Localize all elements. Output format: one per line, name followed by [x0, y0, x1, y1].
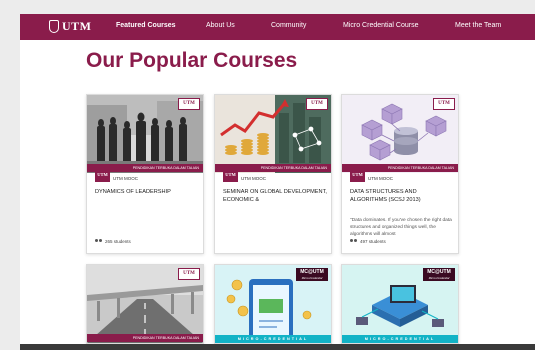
student-count-label: 497 students	[360, 239, 386, 244]
users-icon	[95, 239, 103, 244]
course-description: "Data dominates. If you've chosen the ri…	[350, 218, 452, 237]
brand-name: UTM	[62, 19, 92, 33]
micro-credential-strip: MICRO-CREDENTIAL	[342, 335, 458, 343]
student-count: 265 students	[95, 239, 131, 244]
utm-mooc-logo: UTM	[223, 167, 238, 182]
course-card-micro-credential-finance[interactable]: MC@UTM Micro-Credential MICRO-CREDENTIAL	[214, 264, 332, 344]
course-thumbnail[interactable]: UTM	[87, 265, 203, 343]
utm-logo[interactable]: UTM	[49, 19, 92, 34]
utm-mooc-logo: UTM	[95, 167, 110, 182]
users-icon	[350, 239, 358, 244]
mc-badge-subtitle: Micro-Credential	[301, 276, 323, 280]
student-count: 497 students	[350, 239, 386, 244]
course-thumbnail[interactable]: UTM	[342, 95, 458, 173]
page-title: Our Popular Courses	[86, 49, 298, 72]
course-thumbnail[interactable]: MC@UTM Micro-Credential MICRO-CREDENTIAL	[215, 265, 331, 343]
page-container: UTM Featured Courses About Us Community …	[20, 14, 535, 350]
nav-community[interactable]: Community	[271, 22, 306, 29]
course-card-seminar-global-development[interactable]: UTM PENDIDIKAN TERBUKA DALAM TALIAN UTM …	[214, 94, 332, 254]
course-card-highway[interactable]: UTM PENDIDIKAN TERBUKA DALAM TALIAN	[86, 264, 204, 344]
mc-badge-title: MC@UTM	[300, 269, 324, 275]
student-count-label: 265 students	[105, 239, 131, 244]
top-navbar: UTM Featured Courses About Us Community …	[20, 14, 535, 40]
course-provider: UTM MOOC	[368, 176, 393, 181]
course-card-micro-credential-tech[interactable]: MC@UTM Micro-Credential MICRO-CREDENTIAL	[341, 264, 459, 344]
utm-badge: UTM	[433, 98, 455, 110]
nav-about-us[interactable]: About Us	[206, 22, 235, 29]
course-ribbon: PENDIDIKAN TERBUKA DALAM TALIAN	[87, 334, 203, 342]
course-title[interactable]: SEMINAR ON GLOBAL DEVELOPMENT, ECONOMIC …	[223, 188, 327, 204]
course-provider: UTM MOOC	[113, 176, 138, 181]
nav-micro-credential-course[interactable]: Micro Credential Course	[343, 22, 418, 29]
course-card-data-structures-algorithms[interactable]: UTM PENDIDIKAN TERBUKA DALAM TALIAN UTM …	[341, 94, 459, 254]
utm-badge: UTM	[178, 268, 200, 280]
utm-mooc-logo: UTM	[350, 167, 365, 182]
nav-featured-courses[interactable]: Featured Courses	[116, 22, 176, 29]
micro-credential-strip: MICRO-CREDENTIAL	[215, 335, 331, 343]
course-thumbnail[interactable]: UTM	[87, 95, 203, 173]
utm-badge: UTM	[178, 98, 200, 110]
mc-utm-badge: MC@UTM Micro-Credential	[296, 268, 328, 281]
utm-crest-icon	[49, 20, 59, 33]
nav-meet-the-team[interactable]: Meet the Team	[455, 22, 501, 29]
course-card-dynamics-of-leadership[interactable]: UTM PENDIDIKAN TERBUKA DALAM TALIAN UTM …	[86, 94, 204, 254]
course-provider: UTM MOOC	[241, 176, 266, 181]
course-thumbnail[interactable]: UTM	[215, 95, 331, 173]
mc-badge-subtitle: Micro-Credential	[428, 276, 450, 280]
mc-badge-title: MC@UTM	[427, 269, 451, 275]
course-title[interactable]: DATA STRUCTURES AND ALGORITHMS (SCSJ 201…	[350, 188, 454, 204]
utm-badge: UTM	[306, 98, 328, 110]
course-title[interactable]: DYNAMICS OF LEADERSHIP	[95, 188, 199, 196]
window-bottom-bar	[20, 344, 535, 350]
mc-utm-badge: MC@UTM Micro-Credential	[423, 268, 455, 281]
course-thumbnail[interactable]: MC@UTM Micro-Credential MICRO-CREDENTIAL	[342, 265, 458, 343]
